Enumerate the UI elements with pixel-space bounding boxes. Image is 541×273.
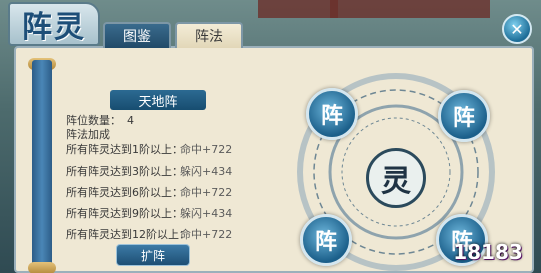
- center-glyph: 灵: [381, 164, 411, 199]
- bonus-row: 所有阵灵达到1阶以上： 命中+722: [66, 141, 232, 157]
- slot-glyph: 阵: [320, 103, 343, 129]
- bonus-condition: 所有阵灵达到12阶以上：: [66, 228, 190, 241]
- window-header: 阵灵 图鉴 阵法 ✕: [0, 0, 541, 50]
- slot-glyph: 阵: [314, 229, 337, 255]
- close-button[interactable]: ✕: [502, 14, 532, 44]
- tab-formation-label: 阵法: [195, 29, 223, 45]
- slot-glyph: 阵: [452, 105, 475, 131]
- window-title: 阵灵: [22, 10, 86, 45]
- tab-gallery[interactable]: 图鉴: [103, 22, 171, 48]
- bonus-condition: 所有阵灵达到3阶以上：: [66, 165, 183, 178]
- center-seal: 灵: [366, 148, 426, 208]
- scroll-rod: [32, 60, 52, 273]
- formation-slot[interactable]: 阵: [306, 88, 358, 140]
- expand-formation-label: 扩阵: [140, 248, 165, 263]
- bonus-row: 所有阵灵达到3阶以上： 躲闪+434: [66, 163, 232, 179]
- slot-count-value: 4: [127, 114, 134, 127]
- bonus-row: 所有阵灵达到12阶以上： 命中+722: [66, 226, 232, 242]
- bonus-condition: 所有阵灵达到6阶以上：: [66, 186, 183, 199]
- bonus-condition: 所有阵灵达到1阶以上：: [66, 143, 183, 156]
- close-icon: ✕: [510, 19, 524, 39]
- formation-slot[interactable]: 阵: [300, 214, 352, 266]
- bonus-heading: 阵法加成: [66, 126, 110, 142]
- bonus-row: 所有阵灵达到6阶以上： 命中+722: [66, 184, 232, 200]
- bonus-effect: 命中+722: [180, 186, 233, 199]
- title-plate: 阵灵: [8, 2, 100, 46]
- bonus-condition: 所有阵灵达到9阶以上：: [66, 207, 183, 220]
- scroll-cap-bottom: [28, 262, 56, 273]
- formation-name: 天地阵: [110, 90, 206, 110]
- bonus-row: 所有阵灵达到9阶以上： 躲闪+434: [66, 205, 232, 221]
- site-watermark: 18183: [453, 240, 523, 264]
- tab-formation[interactable]: 阵法: [175, 22, 243, 48]
- expand-formation-button[interactable]: 扩阵: [116, 244, 190, 266]
- bonus-heading-label: 阵法加成: [66, 128, 110, 141]
- bonus-effect: 躲闪+434: [180, 165, 233, 178]
- bonus-effect: 命中+722: [180, 143, 233, 156]
- formation-slot[interactable]: 阵: [438, 90, 490, 142]
- bonus-effect: 躲闪+434: [180, 207, 233, 220]
- tab-gallery-label: 图鉴: [123, 29, 151, 45]
- bonus-effect: 命中+722: [180, 228, 233, 241]
